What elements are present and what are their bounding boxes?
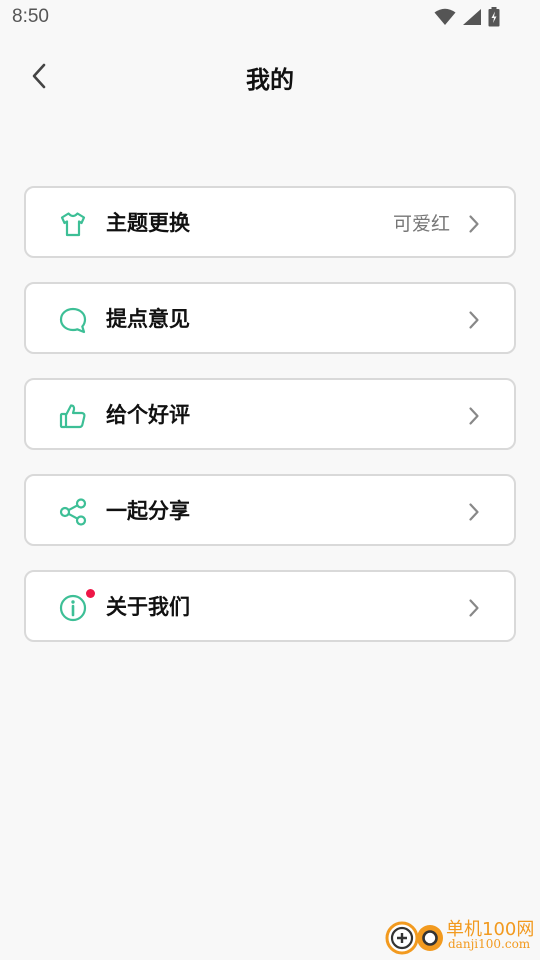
chevron-right-icon <box>469 407 479 425</box>
tshirt-icon <box>60 212 86 237</box>
cellular-signal-icon <box>463 9 481 25</box>
header: 我的 <box>0 44 540 110</box>
share-icon <box>59 498 87 526</box>
menu-item-label: 主题更换 <box>106 211 190 235</box>
page-title: 我的 <box>246 66 294 94</box>
chevron-right-icon <box>469 215 479 233</box>
chevron-right-icon <box>469 503 479 521</box>
menu-item-feedback[interactable]: 提点意见 <box>24 282 516 354</box>
menu-item-label: 给个好评 <box>106 403 190 427</box>
menu-item-share[interactable]: 一起分享 <box>24 474 516 546</box>
battery-icon <box>488 7 500 27</box>
wifi-icon <box>434 8 456 25</box>
notification-badge <box>86 589 95 598</box>
thumbs-up-icon <box>59 404 86 429</box>
watermark: 单机100网 danji100.com <box>384 914 534 958</box>
watermark-url: danji100.com <box>448 937 531 951</box>
menu-item-about[interactable]: 关于我们 <box>24 570 516 642</box>
status-time: 8:50 <box>12 6 49 27</box>
chevron-right-icon <box>469 599 479 617</box>
menu-item-label: 关于我们 <box>106 595 190 619</box>
menu-list: 主题更换 可爱红 提点意见 给个好评 一起分享 关于我们 <box>24 186 516 666</box>
info-icon <box>59 594 87 622</box>
watermark-logo-icon <box>385 921 443 955</box>
status-icons <box>434 7 500 27</box>
menu-item-label: 提点意见 <box>106 307 190 331</box>
menu-item-label: 一起分享 <box>106 499 190 523</box>
theme-value: 可爱红 <box>392 213 450 235</box>
menu-item-theme[interactable]: 主题更换 可爱红 <box>24 186 516 258</box>
status-bar: 8:50 <box>0 0 540 36</box>
menu-item-rate[interactable]: 给个好评 <box>24 378 516 450</box>
speech-bubble-icon <box>59 307 87 334</box>
chevron-right-icon <box>469 311 479 329</box>
